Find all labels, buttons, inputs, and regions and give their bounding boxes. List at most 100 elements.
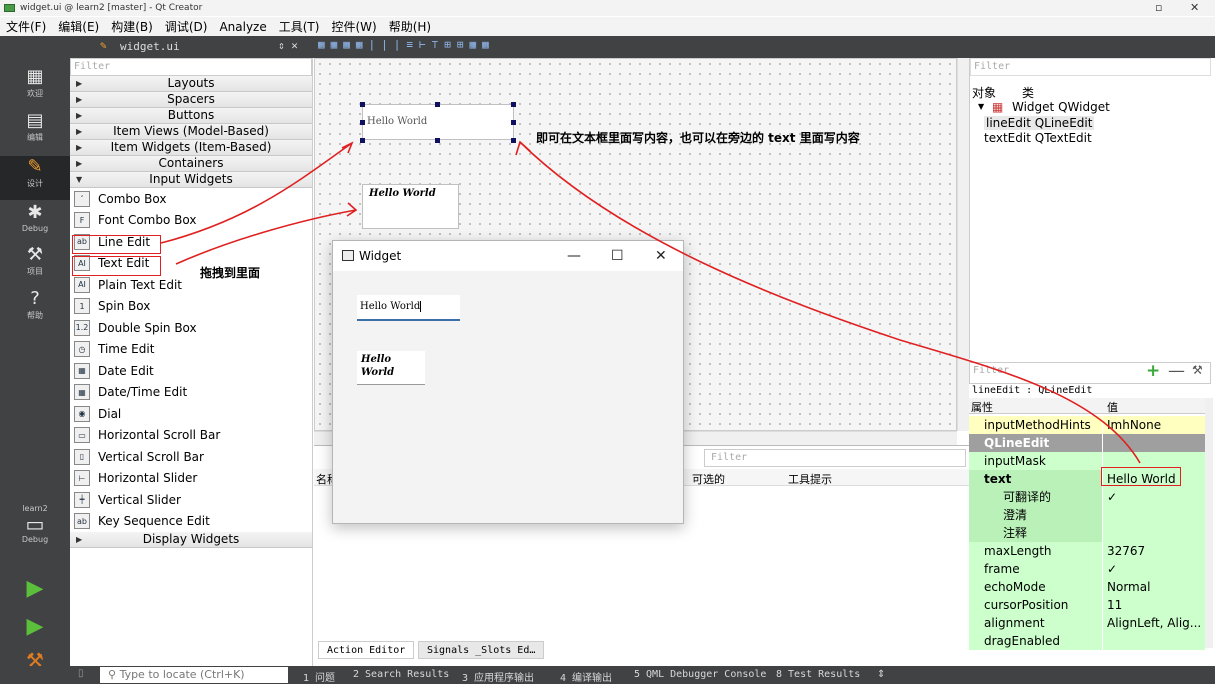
widget-item-plain-text-edit[interactable]: AI Plain Text Edit [70, 274, 312, 296]
widget-item-font-combo-box[interactable]: F Font Combo Box [70, 210, 312, 232]
resize-handle[interactable] [435, 102, 440, 107]
widget-item-vertical-slider[interactable]: ┿ Vertical Slider [70, 489, 312, 511]
menu-build[interactable]: 构建(B) [111, 18, 153, 35]
widget-item-vertical-scroll-bar[interactable]: ▯ Vertical Scroll Bar [70, 446, 312, 468]
property-row[interactable]: 可翻译的 ✓ [969, 488, 1205, 506]
mode-projects[interactable]: ⚒ 项目 [0, 244, 70, 277]
property-value[interactable]: ✓ [1103, 560, 1205, 578]
property-row[interactable]: dragEnabled [969, 632, 1205, 650]
widget-item-double-spin-box[interactable]: 1.2 Double Spin Box [70, 317, 312, 339]
widget-item-combo-box[interactable]: ʻ Combo Box [70, 188, 312, 210]
mode-design[interactable]: ✎ 设计 [0, 156, 70, 200]
property-row[interactable]: 注释 [969, 524, 1205, 542]
design-text-edit[interactable]: Hello World [362, 184, 459, 229]
resize-handle[interactable] [511, 120, 516, 125]
tree-item-textedit[interactable]: textEdit QTextEdit [984, 131, 1092, 145]
property-row[interactable]: inputMethodHints ImhNone [969, 416, 1205, 434]
property-filter-input[interactable]: Filter [973, 365, 1009, 376]
resize-handle[interactable] [435, 138, 440, 143]
pane-qml-console[interactable]: 5 QML Debugger Console [634, 669, 766, 680]
debug-run-icon[interactable]: ▶ [0, 614, 70, 639]
mode-help[interactable]: ? 帮助 [0, 288, 70, 321]
pane-issues[interactable]: 1 问题 [303, 669, 335, 684]
col-tooltip[interactable]: 工具提示 [788, 471, 832, 487]
pane-search-results[interactable]: 2 Search Results [353, 669, 449, 680]
preview-close-button[interactable]: ✕ [655, 241, 667, 271]
mode-debug[interactable]: ✱ Debug [0, 202, 70, 233]
widget-filter-input[interactable]: Filter [70, 58, 312, 76]
design-line-edit[interactable]: Hello World [362, 104, 514, 140]
widget-item-date-time-edit[interactable]: ▦ Date/Time Edit [70, 382, 312, 404]
preview-maximize-button[interactable]: ☐ [611, 241, 624, 271]
tree-item-lineedit[interactable]: lineEdit QLineEdit [984, 116, 1095, 130]
widget-item-spin-box[interactable]: 1 Spin Box [70, 296, 312, 318]
category-display-widgets[interactable]: ▶ Display Widgets [70, 532, 312, 548]
property-value[interactable]: 32767 [1103, 542, 1205, 560]
more-panes-icon[interactable]: ⇕ [877, 669, 885, 680]
property-value[interactable] [1103, 524, 1205, 542]
menu-file[interactable]: 文件(F) [6, 18, 46, 35]
property-row[interactable]: cursorPosition 11 [969, 596, 1205, 614]
expand-arrow-icon[interactable]: ▼ [978, 102, 984, 111]
category-input-widgets[interactable]: ▼ Input Widgets [70, 172, 312, 188]
mode-edit[interactable]: ▤ 编辑 [0, 110, 70, 143]
menu-widgets[interactable]: 控件(W) [331, 18, 376, 35]
pane-test-results[interactable]: 8 Test Results [776, 669, 860, 680]
mode-welcome[interactable]: ▦ 欢迎 [0, 66, 70, 99]
add-property-icon[interactable]: + [1146, 361, 1160, 381]
property-value[interactable]: 11 [1103, 596, 1205, 614]
restore-button[interactable]: ▫ [1155, 0, 1162, 16]
widget-item-horizontal-slider[interactable]: ⊢ Horizontal Slider [70, 468, 312, 490]
property-row[interactable]: 澄清 [969, 506, 1205, 524]
resize-handle[interactable] [360, 120, 365, 125]
resize-handle[interactable] [360, 102, 365, 107]
category-item-views[interactable]: ▶ Item Views (Model-Based) [70, 124, 312, 140]
resize-handle[interactable] [511, 138, 516, 143]
property-row[interactable]: echoMode Normal [969, 578, 1205, 596]
menu-analyze[interactable]: Analyze [219, 20, 266, 34]
property-value[interactable] [1103, 434, 1205, 452]
remove-property-icon[interactable]: — [1168, 361, 1185, 381]
category-item-widgets[interactable]: ▶ Item Widgets (Item-Based) [70, 140, 312, 156]
property-row[interactable]: QLineEdit [969, 434, 1205, 452]
resize-handle[interactable] [511, 102, 516, 107]
category-layouts[interactable]: ▶ Layouts [70, 76, 312, 92]
property-value[interactable]: ✓ [1103, 488, 1205, 506]
open-file-name[interactable]: widget.ui [120, 40, 180, 53]
menu-help[interactable]: 帮助(H) [389, 18, 431, 35]
property-value[interactable] [1103, 506, 1205, 524]
widget-item-horizontal-scroll-bar[interactable]: ▭ Horizontal Scroll Bar [70, 425, 312, 447]
col-checkable[interactable]: 可选的 [692, 471, 725, 487]
kit-selector[interactable]: learn2 ▭ Debug [0, 504, 70, 544]
pane-app-output[interactable]: 3 应用程序输出 [462, 669, 534, 684]
category-buttons[interactable]: ▶ Buttons [70, 108, 312, 124]
property-row[interactable]: maxLength 32767 [969, 542, 1205, 560]
property-row[interactable]: frame ✓ [969, 560, 1205, 578]
widget-item-time-edit[interactable]: ◷ Time Edit [70, 339, 312, 361]
object-filter-input[interactable]: Filter [970, 58, 1211, 76]
widget-item-key-sequence-edit[interactable]: ab Key Sequence Edit [70, 511, 312, 533]
wrench-icon[interactable]: ⚒ [1192, 363, 1203, 377]
preview-text-edit[interactable]: Hello World [357, 351, 425, 385]
pane-compile-output[interactable]: 4 编译输出 [560, 669, 612, 684]
menu-tools[interactable]: 工具(T) [279, 18, 320, 35]
category-containers[interactable]: ▶ Containers [70, 156, 312, 172]
property-value[interactable]: Normal [1103, 578, 1205, 596]
property-value[interactable] [1103, 632, 1205, 650]
property-value[interactable]: ImhNone [1103, 416, 1205, 434]
menu-edit[interactable]: 编辑(E) [58, 18, 99, 35]
preview-line-edit[interactable]: Hello World [357, 295, 460, 321]
preview-minimize-button[interactable]: — [567, 241, 581, 271]
tab-action-editor[interactable]: Action Editor [318, 641, 415, 659]
layout-tools-icon[interactable]: ▦▦▦▦|||≡⊢⊤⊞⊞▦▦ [318, 38, 495, 51]
sidebar-toggle-icon[interactable]: ▯ [78, 668, 84, 679]
property-scrollbar[interactable] [1205, 398, 1213, 648]
action-filter-input[interactable]: Filter [704, 449, 966, 467]
file-switch-icon[interactable]: ⇕ ✕ [278, 39, 298, 52]
menu-debug[interactable]: 调试(D) [165, 18, 208, 35]
close-button[interactable]: ✕ [1190, 0, 1199, 16]
property-value[interactable]: AlignLeft, Alig... [1103, 614, 1205, 632]
category-spacers[interactable]: ▶ Spacers [70, 92, 312, 108]
property-row[interactable]: alignment AlignLeft, Alig... [969, 614, 1205, 632]
tab-signals-slots[interactable]: Signals _Slots Ed… [418, 641, 545, 659]
